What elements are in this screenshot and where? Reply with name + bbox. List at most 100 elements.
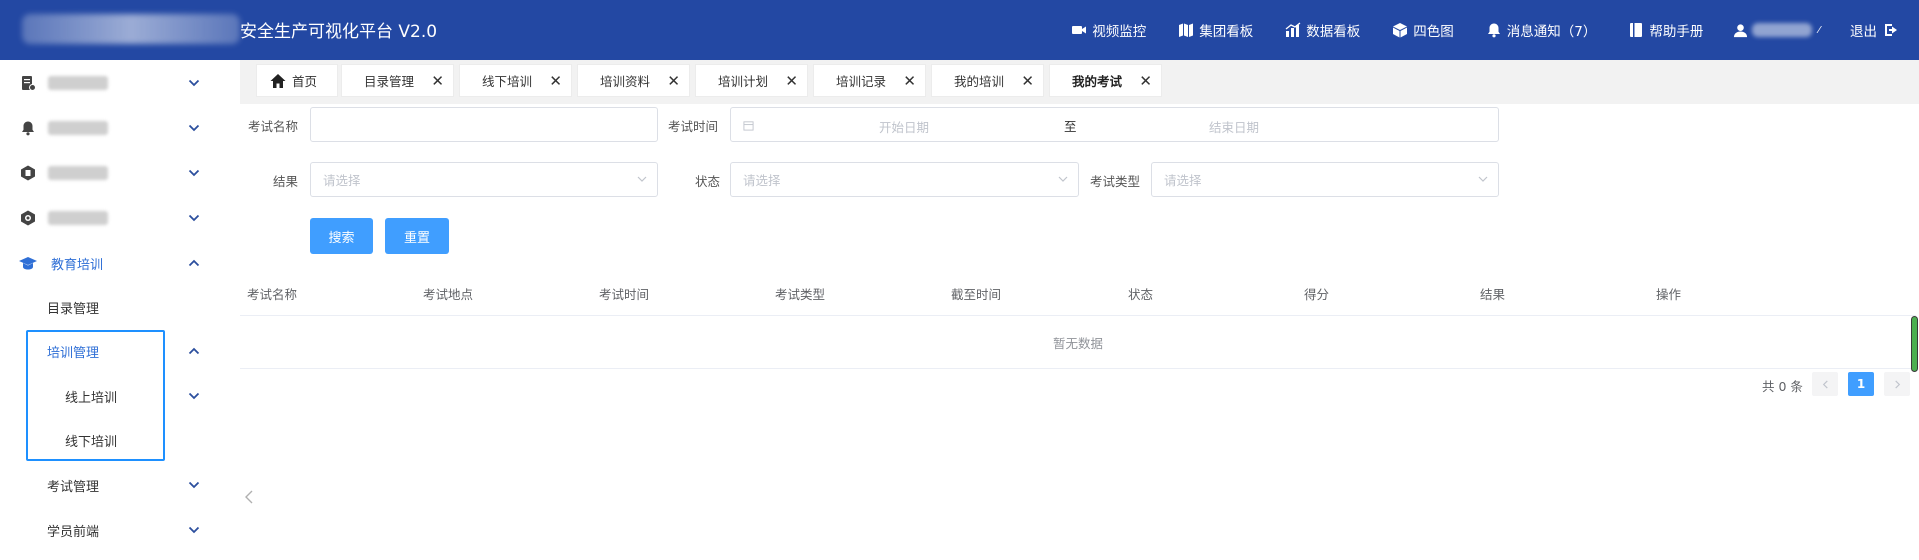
- close-icon[interactable]: ✕: [667, 72, 680, 90]
- sidebar-item-blurred-4[interactable]: [0, 196, 215, 240]
- next-page-button[interactable]: [1884, 372, 1910, 396]
- chevron-up-icon: [188, 259, 200, 267]
- tab-offline-training[interactable]: 线下培训 ✕: [459, 64, 572, 97]
- collapse-sidebar-icon[interactable]: [243, 490, 255, 504]
- chevron-left-icon: [1822, 379, 1828, 389]
- divider: [240, 315, 1916, 316]
- exam-type-label: 考试类型: [1090, 174, 1141, 189]
- tab-catalog[interactable]: 目录管理 ✕: [341, 64, 454, 97]
- column-header: 考试类型: [775, 287, 826, 302]
- range-separator: 至: [1064, 119, 1077, 134]
- exam-name-input[interactable]: [310, 107, 658, 142]
- close-icon[interactable]: ✕: [431, 72, 444, 90]
- graduation-cap-icon: [19, 257, 37, 270]
- chevron-down-icon: [188, 169, 200, 177]
- prev-page-button[interactable]: [1812, 372, 1838, 396]
- status-select[interactable]: 请选择: [730, 162, 1079, 197]
- selection-highlight: [26, 330, 165, 461]
- scrollbar-thumb[interactable]: [1911, 316, 1918, 372]
- tab-my-exam[interactable]: 我的考试 ✕: [1049, 64, 1162, 97]
- empty-state-text: 暂无数据: [1053, 336, 1104, 351]
- tab-label: 培训记录: [836, 74, 887, 89]
- nav-four-color-map[interactable]: 四色图: [1376, 0, 1470, 60]
- nav-label: 集团看板: [1199, 24, 1254, 40]
- tab-label: 线下培训: [482, 74, 533, 89]
- chevron-down-icon: [188, 526, 200, 534]
- close-icon[interactable]: ✕: [549, 72, 562, 90]
- column-header: 考试时间: [599, 287, 650, 302]
- nav-notifications[interactable]: 消息通知（7）: [1470, 0, 1613, 60]
- sidebar-item-exam-mgmt[interactable]: 考试管理: [0, 463, 215, 507]
- sidebar-item-label: 考试管理: [47, 479, 100, 495]
- result-select-placeholder: 请选择: [323, 173, 361, 188]
- sidebar-item-catalog[interactable]: 目录管理: [0, 285, 215, 329]
- chevron-right-icon: [1894, 379, 1900, 389]
- nav-video-monitor[interactable]: 视频监控: [1055, 0, 1162, 60]
- end-date-placeholder[interactable]: 结束日期: [1209, 117, 1259, 136]
- exam-time-range-picker[interactable]: 开始日期 至 结束日期: [730, 107, 1499, 142]
- enterprise-icon: [21, 165, 35, 181]
- cube-icon: [1393, 23, 1408, 38]
- close-icon[interactable]: ✕: [903, 72, 916, 90]
- start-date-placeholder[interactable]: 开始日期: [879, 117, 929, 136]
- sidebar-item-label: [48, 211, 108, 225]
- bell-icon: [22, 121, 34, 136]
- sidebar-item-label: [48, 121, 108, 135]
- status-label: 状态: [695, 174, 721, 189]
- reset-button[interactable]: 重置: [385, 218, 449, 254]
- username: [1752, 23, 1813, 37]
- sidebar-item-blurred-1[interactable]: [0, 61, 215, 105]
- tab-my-training[interactable]: 我的培训 ✕: [931, 64, 1044, 97]
- chevron-down-icon: [1058, 176, 1068, 182]
- exam-time-label: 考试时间: [668, 119, 719, 134]
- bell-icon: [1487, 23, 1500, 38]
- sidebar-item-education[interactable]: 教育培训: [0, 241, 215, 285]
- nav-group-board[interactable]: 集团看板: [1162, 0, 1269, 60]
- search-button[interactable]: 搜索: [310, 218, 373, 254]
- tab-label: 首页: [292, 74, 318, 89]
- chevron-down-icon: [188, 481, 200, 489]
- tab-label: 我的培训: [954, 74, 1005, 89]
- tab-label: 我的考试: [1072, 74, 1123, 89]
- sidebar-item-label: 目录管理: [47, 301, 100, 317]
- top-header: 安全生产可视化平台 V2.0 视频监控 集团看板 数据看板 四色图 消息通知（7…: [0, 0, 1919, 60]
- chart-icon: [1285, 22, 1301, 37]
- divider: [240, 368, 1916, 369]
- nav-label: 四色图: [1413, 24, 1454, 40]
- page-number-button[interactable]: 1: [1848, 372, 1874, 396]
- sidebar-item-label: [48, 76, 108, 90]
- chevron-down-icon: [637, 176, 647, 182]
- logout-button[interactable]: 退出: [1834, 0, 1919, 60]
- chevron-down-icon: [1478, 176, 1488, 182]
- sidebar-item-student-front[interactable]: 学员前端: [0, 508, 215, 552]
- result-select[interactable]: 请选择: [310, 162, 658, 197]
- chevron-down-icon: [188, 79, 200, 87]
- app-title: 安全生产可视化平台 V2.0: [240, 22, 438, 42]
- user-menu[interactable]: ⁄: [1719, 0, 1834, 60]
- tab-label: 培训计划: [718, 74, 769, 89]
- nav-data-board[interactable]: 数据看板: [1269, 0, 1376, 60]
- tab-home[interactable]: 首页: [256, 64, 338, 97]
- tab-bar: 首页 目录管理 ✕ 线下培训 ✕ 培训资料 ✕ 培训计划 ✕ 培训记录 ✕ 我的…: [240, 60, 1919, 104]
- logout-icon: [1885, 24, 1897, 36]
- pagination-total: 共 0 条: [1762, 379, 1803, 394]
- close-icon[interactable]: ✕: [1021, 72, 1034, 90]
- tab-training-records[interactable]: 培训记录 ✕: [813, 64, 926, 97]
- video-camera-icon: [1072, 26, 1087, 34]
- nav-label: 数据看板: [1306, 24, 1361, 40]
- exam-type-select-placeholder: 请选择: [1164, 173, 1202, 188]
- sidebar-item-blurred-3[interactable]: [0, 151, 215, 195]
- chevron-down-icon: [188, 392, 200, 400]
- tab-training-plan[interactable]: 培训计划 ✕: [695, 64, 808, 97]
- tab-training-materials[interactable]: 培训资料 ✕: [577, 64, 690, 97]
- sidebar-item-label: [48, 166, 108, 180]
- nav-help-manual[interactable]: 帮助手册: [1612, 0, 1719, 60]
- sidebar-item-blurred-2[interactable]: [0, 106, 215, 150]
- result-label: 结果: [273, 174, 299, 189]
- exam-type-select[interactable]: 请选择: [1151, 162, 1499, 197]
- chevron-up-icon: [188, 347, 200, 355]
- close-icon[interactable]: ✕: [785, 72, 798, 90]
- status-select-placeholder: 请选择: [743, 173, 781, 188]
- close-icon[interactable]: ✕: [1139, 72, 1152, 90]
- document-icon: [22, 76, 36, 91]
